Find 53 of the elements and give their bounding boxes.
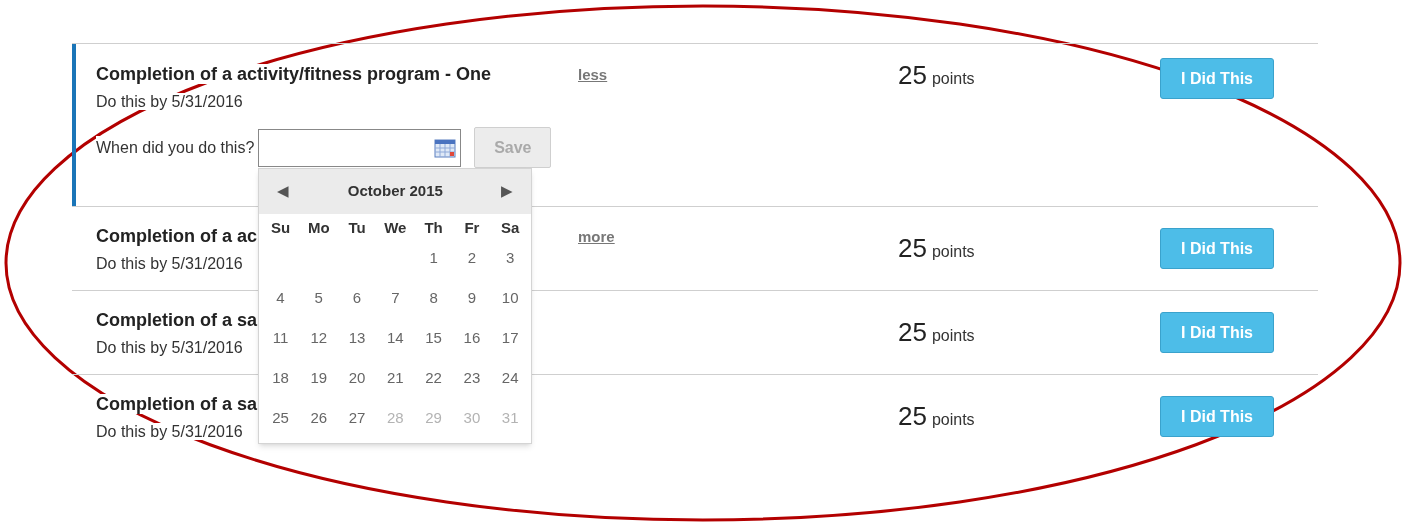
calendar-icon[interactable] xyxy=(434,137,457,158)
weekday-label: Tu xyxy=(347,217,367,238)
calendar-day[interactable]: 13 xyxy=(348,327,366,350)
calendar-day[interactable]: 23 xyxy=(463,367,481,390)
calendar-day[interactable]: 26 xyxy=(310,407,328,430)
weekday-label: Mo xyxy=(306,217,331,238)
calendar-day[interactable]: 5 xyxy=(314,287,323,310)
toggle-details-link[interactable]: more xyxy=(578,226,615,249)
calendar-day[interactable]: 1 xyxy=(429,247,438,270)
calendar-day[interactable]: 11 xyxy=(272,327,289,350)
month-title: October 2015 xyxy=(347,180,443,201)
calendar-day[interactable]: 2 xyxy=(467,247,477,270)
calendar-day[interactable]: 14 xyxy=(386,327,404,350)
date-input-field[interactable] xyxy=(258,128,462,167)
calendar-day[interactable]: 15 xyxy=(425,327,442,350)
calendar-day[interactable]: 20 xyxy=(348,367,366,390)
calendar-day[interactable]: 24 xyxy=(501,367,519,390)
calendar-day[interactable]: 4 xyxy=(276,287,285,310)
challenge-title: Completion of a ac xyxy=(96,226,257,246)
weekday-label: We xyxy=(383,217,408,238)
calendar-day[interactable]: 19 xyxy=(310,367,328,390)
calendar-day: 28 xyxy=(386,407,404,430)
due-date-text: Do this by 5/31/2016 xyxy=(96,339,243,356)
due-date-text: Do this by 5/31/2016 xyxy=(96,255,243,272)
due-date-text: Do this by 5/31/2016 xyxy=(96,93,243,110)
calendar-day[interactable]: 17 xyxy=(501,327,519,350)
calendar-day[interactable]: 8 xyxy=(429,287,438,310)
next-month-button[interactable]: ▶ xyxy=(501,179,514,203)
calendar-day[interactable]: 6 xyxy=(352,287,362,310)
calendar-day[interactable]: 12 xyxy=(310,327,328,350)
challenge-title: Completion of a sa xyxy=(96,310,257,330)
calendar-day: 30 xyxy=(463,407,481,430)
due-date-text: Do this by 5/31/2016 xyxy=(96,423,243,440)
calendar-day[interactable]: 7 xyxy=(391,287,400,310)
weekday-label: Th xyxy=(423,217,444,238)
calendar-day[interactable]: 18 xyxy=(272,367,289,390)
calendar-day: 29 xyxy=(425,407,442,430)
toggle-details-link[interactable]: less xyxy=(578,64,608,87)
calendar-day[interactable]: 22 xyxy=(425,367,442,390)
calendar-day[interactable]: 21 xyxy=(386,367,404,390)
weekday-label: Fr xyxy=(463,217,481,238)
calendar-day[interactable]: 9 xyxy=(467,287,477,310)
calendar-day[interactable]: 16 xyxy=(463,327,481,350)
calendar-day[interactable]: 27 xyxy=(348,407,366,430)
calendar-day[interactable]: 10 xyxy=(501,287,519,310)
calendar-day[interactable]: 25 xyxy=(272,407,289,430)
challenge-title: Completion of a sa xyxy=(96,394,257,414)
challenge-title: Completion of a activity/fitness program - One xyxy=(96,64,492,84)
calendar-day: 31 xyxy=(501,407,519,430)
previous-month-button[interactable]: ◀ xyxy=(277,179,290,203)
weekday-label: Su xyxy=(269,217,292,238)
calendar-day[interactable]: 3 xyxy=(506,247,515,270)
weekday-label: Sa xyxy=(500,217,521,238)
